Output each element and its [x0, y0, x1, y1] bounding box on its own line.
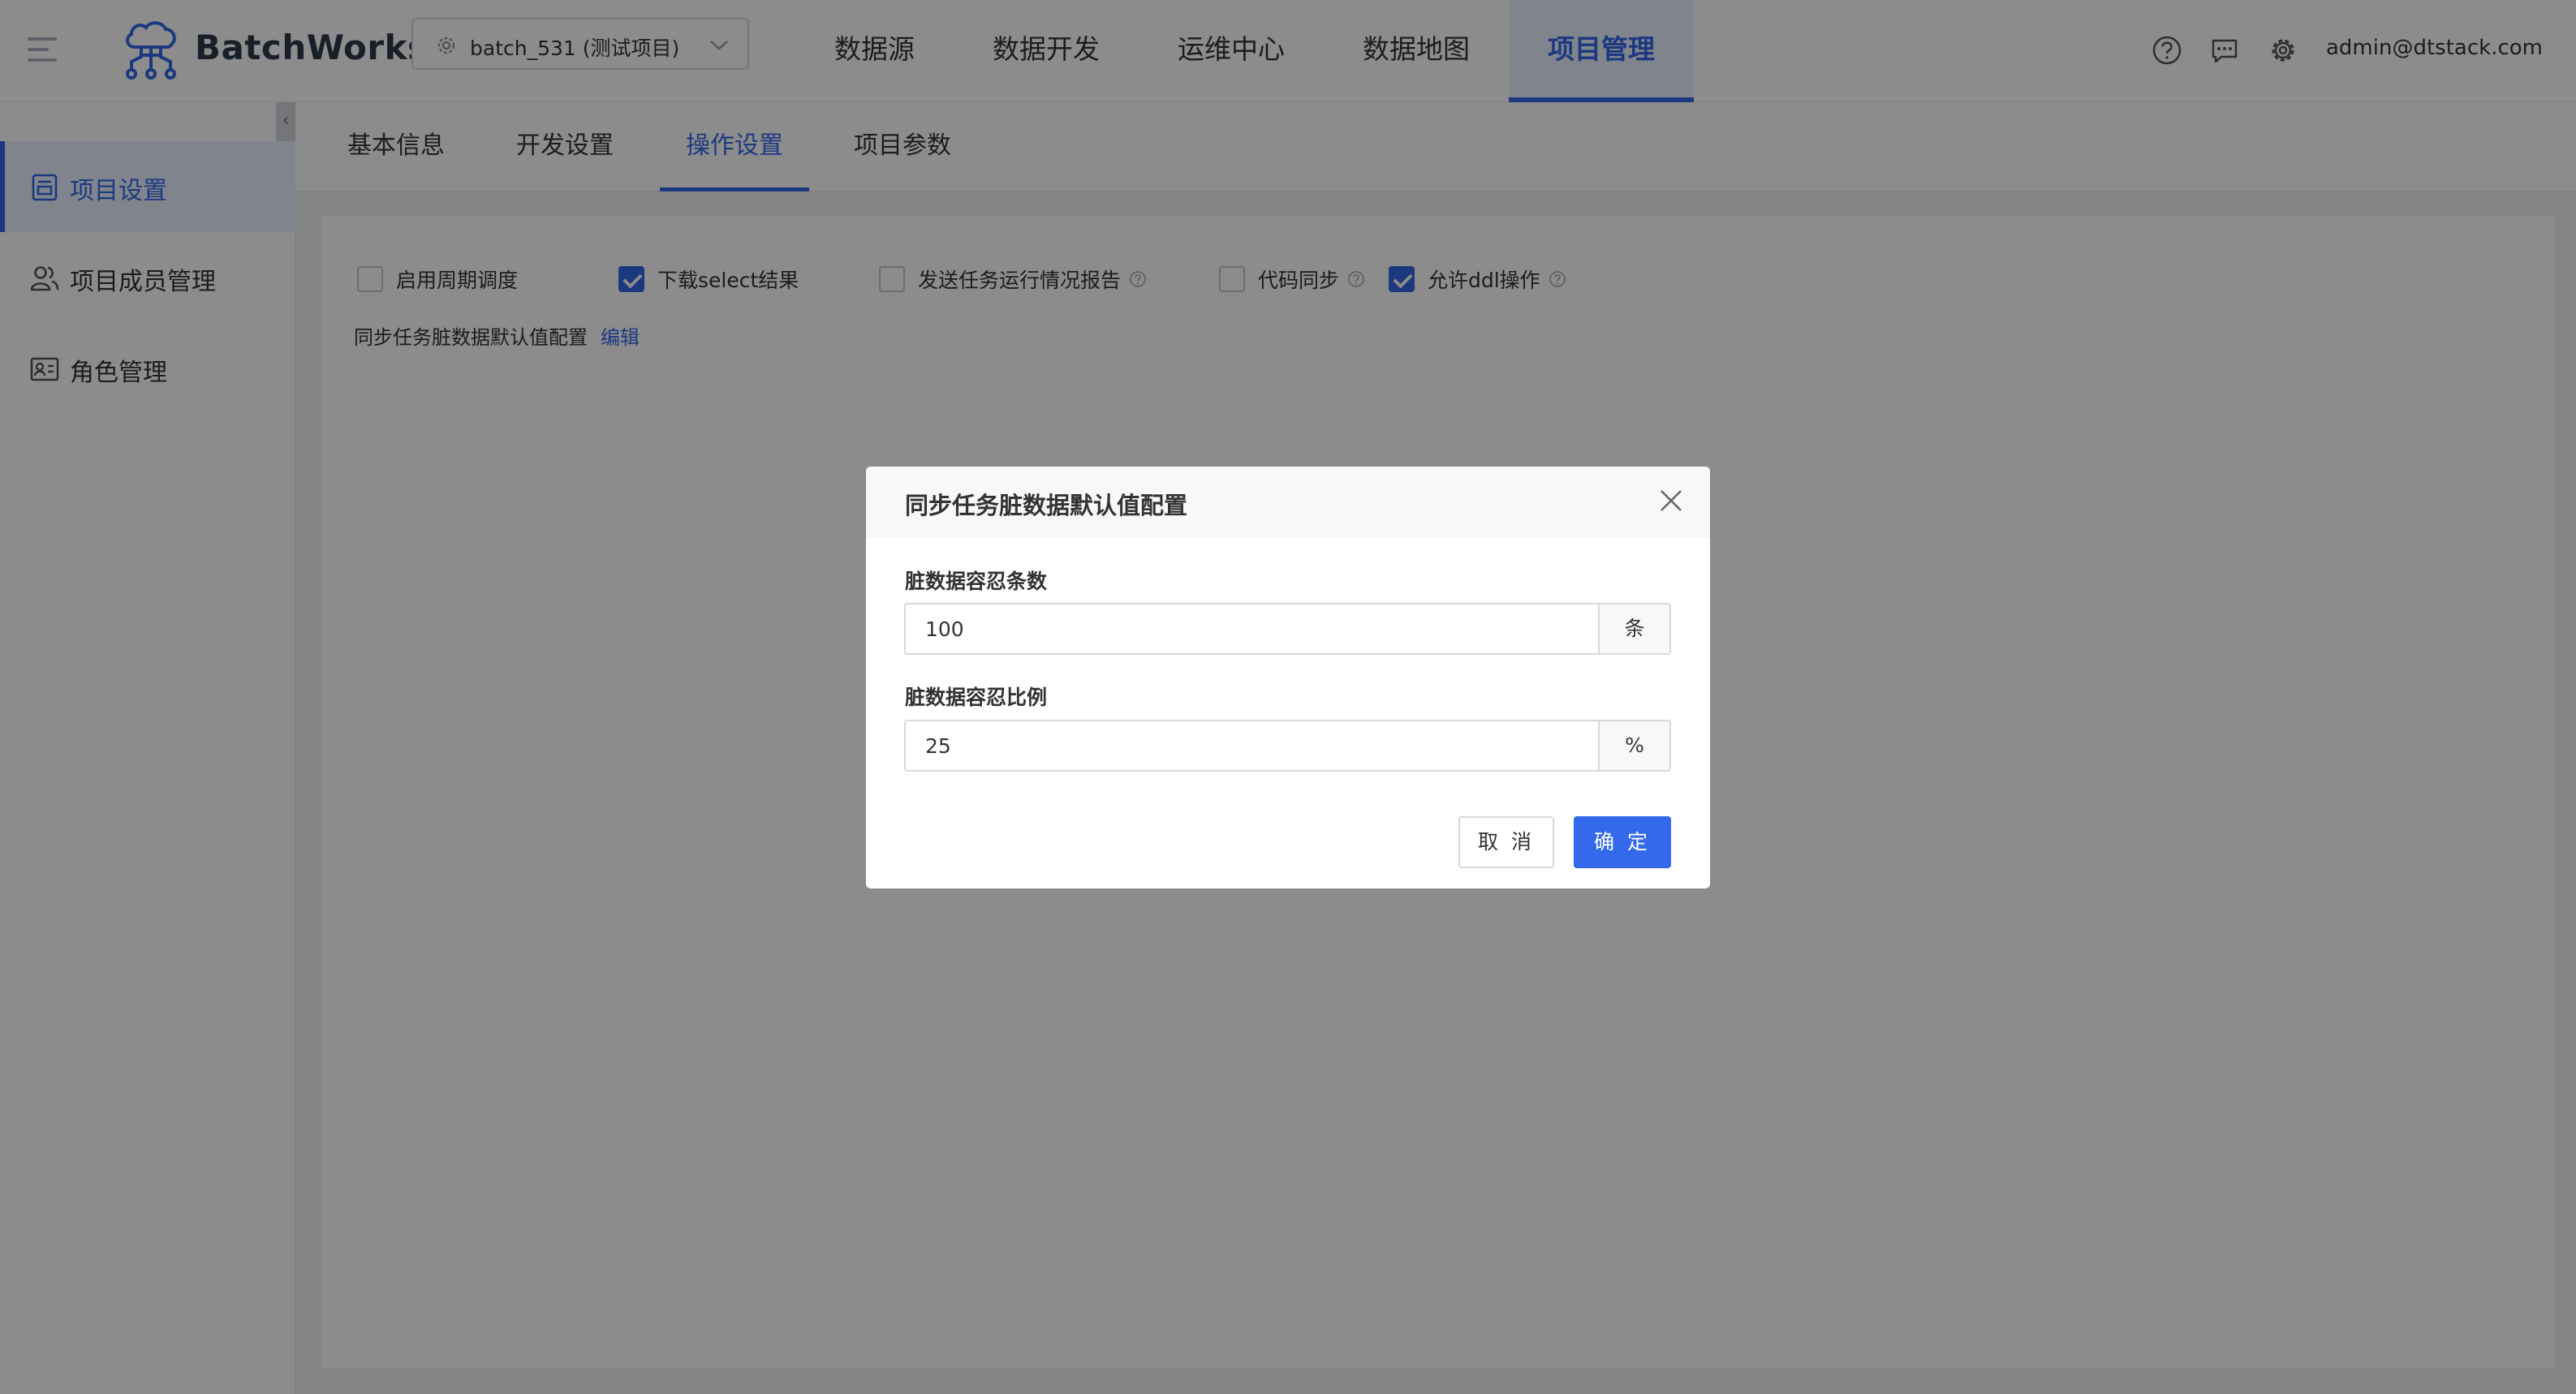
tolerance-count-input[interactable]: [904, 603, 1598, 655]
cancel-button[interactable]: 取 消: [1458, 816, 1554, 868]
modal-header: 同步任务脏数据默认值配置: [866, 467, 1710, 538]
close-icon[interactable]: [1656, 486, 1686, 515]
tolerance-ratio-unit: %: [1598, 720, 1671, 772]
tolerance-count-field: 条: [904, 603, 1671, 655]
tolerance-ratio-input[interactable]: [904, 720, 1598, 772]
modal-title: 同步任务脏数据默认值配置: [905, 492, 1188, 519]
tolerance-count-label: 脏数据容忍条数: [905, 570, 1048, 593]
tolerance-ratio-field: %: [904, 720, 1671, 772]
tolerance-ratio-label: 脏数据容忍比例: [905, 686, 1048, 709]
tolerance-count-unit: 条: [1598, 603, 1671, 655]
confirm-button[interactable]: 确 定: [1574, 816, 1671, 868]
dirty-data-config-modal: 同步任务脏数据默认值配置 脏数据容忍条数 条 脏数据容忍比例 % 取 消 确 定: [866, 467, 1710, 888]
